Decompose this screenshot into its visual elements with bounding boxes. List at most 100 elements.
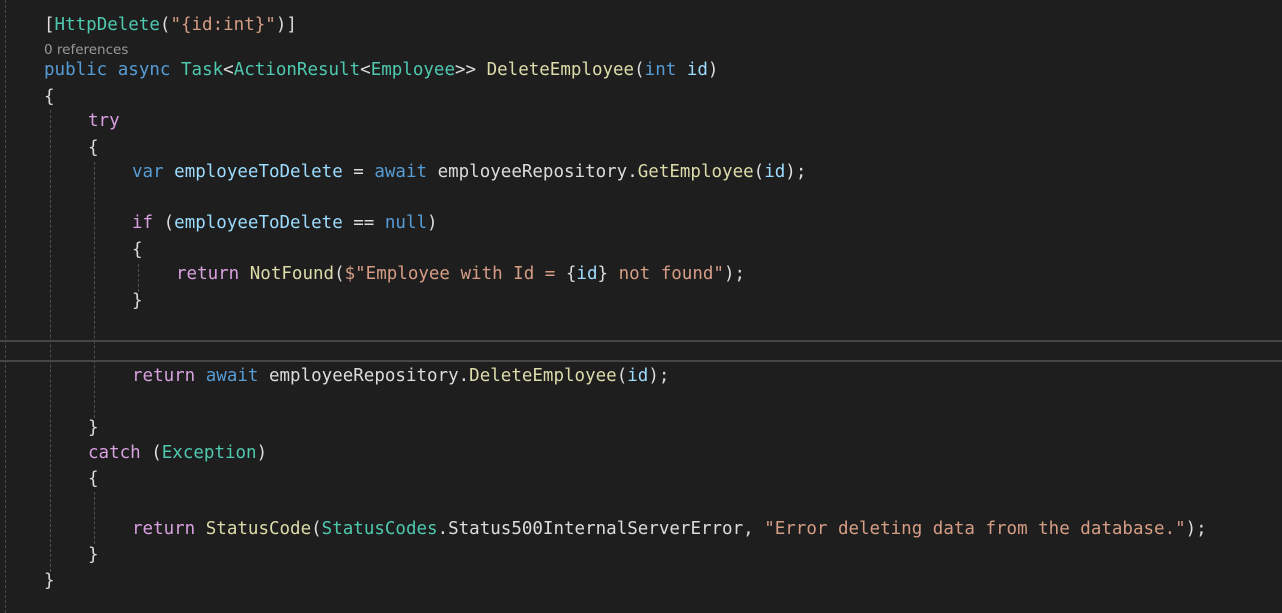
token-attribute: HttpDelete	[54, 15, 160, 35]
code-line-try-open-brace[interactable]: {	[88, 136, 99, 160]
token-brace: {	[132, 240, 143, 260]
token-paren: );	[1185, 519, 1207, 539]
token-paren: );	[723, 264, 746, 284]
code-line-try[interactable]: try	[88, 109, 120, 133]
indent-guide-try	[94, 162, 95, 418]
token-parameter: id	[576, 264, 598, 284]
indent-guide-if	[138, 264, 139, 292]
token-identifier: .Status500InternalServerError,	[437, 519, 765, 539]
token-bracket: [	[44, 15, 55, 35]
token-keyword: int	[644, 60, 677, 80]
code-line-return-delete[interactable]: return await employeeRepository.DeleteEm…	[132, 364, 669, 388]
token-keyword: null	[384, 213, 428, 233]
outline-margin-guide	[5, 0, 6, 613]
token-paren: (	[634, 60, 645, 80]
token-paren: (	[159, 15, 171, 35]
token-keyword-control: return	[132, 366, 196, 386]
token-brace: }	[88, 545, 99, 565]
token-keyword: public	[44, 60, 108, 80]
token-string: not found"	[608, 264, 724, 284]
token-keyword-control: catch	[88, 443, 141, 463]
code-line-catch[interactable]: catch (Exception)	[88, 441, 267, 465]
token-angle: <	[360, 60, 371, 80]
token-paren: )]	[275, 15, 297, 35]
token-keyword: await	[205, 366, 259, 386]
token-method-call: StatusCode	[205, 519, 312, 539]
code-line-catch-open-brace[interactable]: {	[88, 467, 99, 491]
token-brace: }	[132, 291, 143, 311]
token-paren: (	[153, 213, 175, 233]
token-keyword-control: return	[176, 264, 240, 284]
token-string: $"Employee with Id =	[344, 264, 566, 284]
token-local: employeeToDelete	[174, 162, 343, 182]
token-local: employeeToDelete	[174, 213, 343, 233]
token-interp-brace: {	[565, 264, 577, 284]
code-line-if-close-brace[interactable]: }	[132, 289, 143, 313]
current-line-highlight	[0, 340, 1282, 362]
codelens-references[interactable]: 0 references	[44, 41, 128, 59]
token-angle: <	[223, 60, 234, 80]
code-line-method-close-brace[interactable]: }	[44, 569, 55, 593]
code-line-return-notfound[interactable]: return NotFound($"Employee with Id = {id…	[176, 262, 745, 286]
token-paren: (	[140, 443, 162, 463]
token-paren: (	[334, 264, 345, 284]
code-line-if[interactable]: if (employeeToDelete == null)	[132, 211, 438, 235]
token-method-call: GetEmployee	[637, 162, 754, 182]
token-paren: (	[311, 519, 322, 539]
code-line-attribute[interactable]: [HttpDelete("{id:int}")]	[44, 13, 297, 37]
token-method-call: DeleteEmployee	[469, 366, 617, 386]
token-identifier: employeeRepository.	[427, 162, 638, 182]
token-type: Exception	[161, 443, 257, 463]
token-paren: );	[785, 162, 807, 182]
code-line-method-signature[interactable]: public async Task<ActionResult<Employee>…	[44, 58, 718, 82]
token-angle: >>	[454, 60, 487, 80]
token-type: Task	[181, 60, 224, 80]
code-line-try-close-brace[interactable]: }	[88, 416, 99, 440]
token-parameter: id	[686, 60, 708, 80]
token-brace: {	[88, 138, 99, 158]
code-line-if-open-brace[interactable]: {	[132, 238, 143, 262]
token-identifier: employeeRepository.	[258, 366, 470, 386]
token-method-call: NotFound	[249, 264, 335, 284]
code-line-open-brace[interactable]: {	[44, 85, 55, 109]
token-keyword-control: if	[132, 213, 154, 233]
token-parameter: id	[627, 366, 649, 386]
token-keyword: var	[132, 162, 164, 182]
token-paren: );	[648, 366, 670, 386]
token-operator: =	[342, 162, 375, 182]
code-line-var-employee[interactable]: var employeeToDelete = await employeeRep…	[132, 160, 806, 184]
code-line-return-statuscode[interactable]: return StatusCode(StatusCodes.Status500I…	[132, 517, 1207, 541]
token-paren: )	[707, 60, 719, 80]
token-method-name: DeleteEmployee	[486, 60, 635, 80]
code-line-catch-close-brace[interactable]: }	[88, 543, 99, 567]
token-keyword-control: return	[132, 519, 196, 539]
token-interp-brace: }	[597, 264, 609, 284]
token-keyword: await	[374, 162, 428, 182]
token-parameter: id	[764, 162, 786, 182]
token-keyword: async	[117, 60, 171, 80]
token-operator: ==	[342, 213, 385, 233]
token-string: "Error deleting data from the database."	[764, 519, 1186, 539]
code-editor[interactable]: [HttpDelete("{id:int}")] 0 references pu…	[0, 0, 1282, 613]
token-keyword-control: try	[88, 111, 120, 131]
token-type: StatusCodes	[321, 519, 438, 539]
token-brace: }	[88, 418, 99, 438]
token-paren: )	[427, 213, 438, 233]
token-brace: {	[88, 469, 99, 489]
token-paren: (	[616, 366, 628, 386]
indent-guide-catch	[94, 492, 95, 544]
token-brace: }	[44, 571, 55, 591]
token-type: ActionResult	[233, 60, 361, 80]
token-brace: {	[44, 87, 55, 107]
token-type: Employee	[370, 60, 455, 80]
token-paren: )	[256, 443, 268, 463]
token-paren: (	[753, 162, 765, 182]
token-string: "{id:int}"	[170, 15, 276, 35]
